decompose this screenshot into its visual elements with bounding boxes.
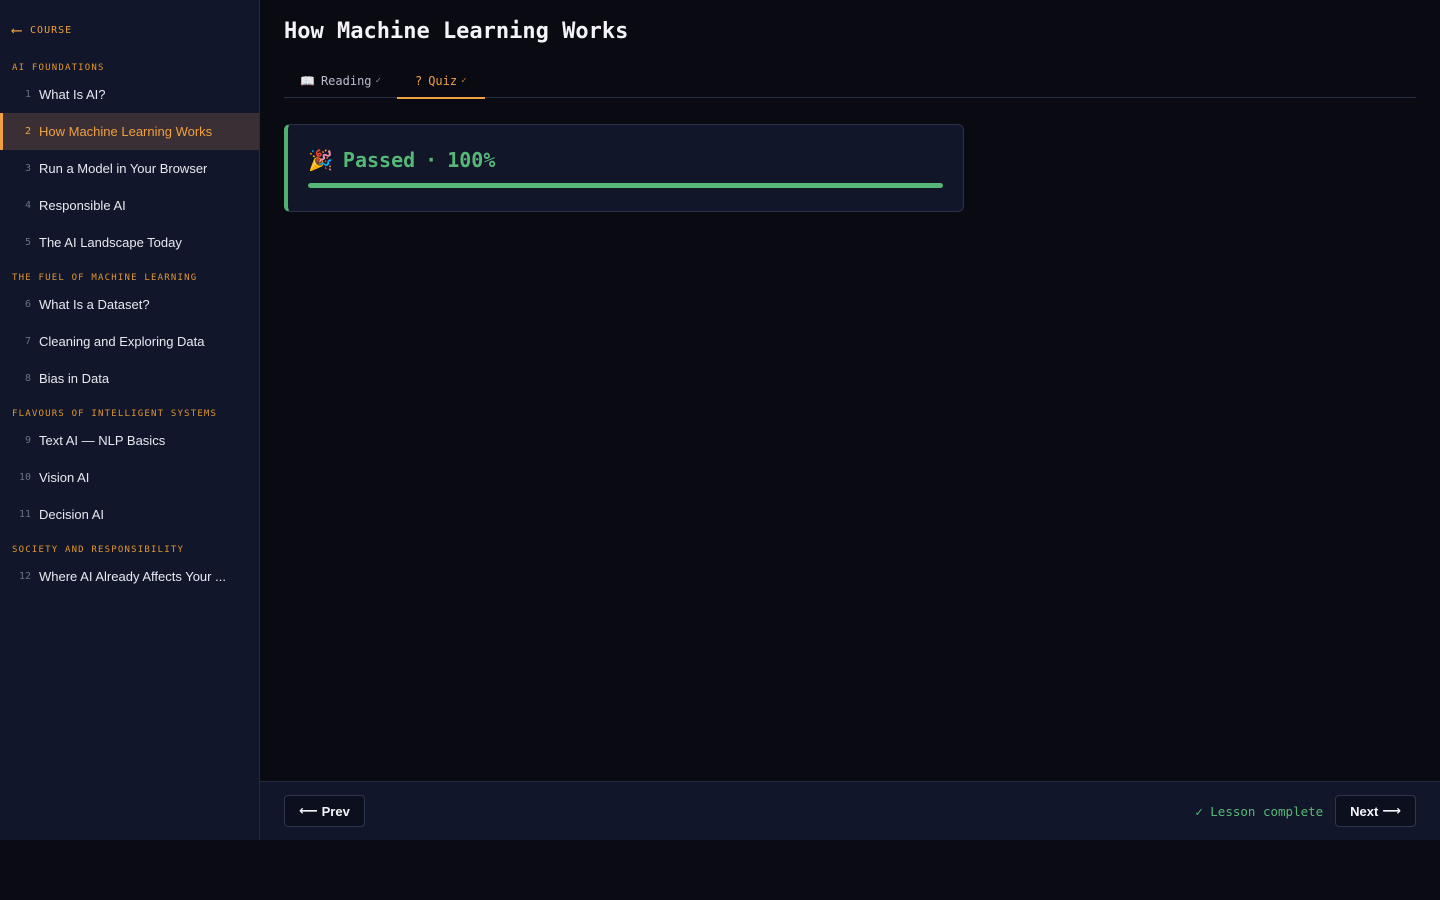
tab-label: Quiz: [428, 74, 458, 88]
footer-right-group: ✓ Lesson complete Next ⟶: [1195, 795, 1416, 827]
sidebar-lesson-8[interactable]: 8 Bias in Data: [0, 360, 259, 397]
lesson-number: 8: [24, 373, 31, 384]
sidebar-lesson-9[interactable]: 9 Text AI — NLP Basics: [0, 422, 259, 459]
lesson-number: 11: [18, 509, 31, 520]
arrow-left-icon: ⟵: [299, 803, 318, 818]
score-progress-fill: [308, 183, 943, 188]
tab-label: Reading: [320, 74, 372, 88]
lesson-label: How Machine Learning Works: [39, 124, 213, 139]
lesson-number: 9: [24, 435, 31, 446]
check-icon: ✓: [375, 76, 381, 86]
check-icon: ✓: [461, 76, 467, 86]
prev-button-label: Prev: [321, 803, 350, 819]
arrow-left-icon: ⟵: [12, 20, 23, 39]
tab-quiz[interactable]: ? Quiz ✓: [396, 64, 485, 99]
sidebar-lesson-5[interactable]: 5 The AI Landscape Today: [0, 224, 259, 261]
lesson-label: Run a Model in Your Browser: [39, 161, 208, 176]
lesson-label: What Is a Dataset?: [39, 297, 150, 312]
sidebar-lesson-3[interactable]: 3 Run a Model in Your Browser: [0, 150, 259, 187]
section-title-flavours: FLAVOURS OF INTELLIGENT SYSTEMS: [12, 409, 218, 419]
lesson-number: 5: [24, 237, 31, 248]
lesson-tabs: 📖 Reading ✓ ? Quiz ✓: [284, 64, 1416, 99]
lesson-complete-status: ✓ Lesson complete: [1195, 803, 1324, 819]
score-progress-bar: [308, 183, 943, 188]
lesson-label: Bias in Data: [39, 371, 110, 386]
lesson-main: How Machine Learning Works 📖 Reading ✓ ?…: [260, 0, 1440, 840]
result-score: 100%: [447, 148, 496, 172]
lesson-number: 6: [24, 299, 31, 310]
section-title-society: SOCIETY AND RESPONSIBILITY: [12, 545, 185, 555]
lesson-label: Text AI — NLP Basics: [39, 433, 166, 448]
section-title-ai-foundations: AI FOUNDATIONS: [12, 63, 105, 73]
quiz-content: 🎉 Passed · 100%: [260, 98, 1440, 781]
lesson-number: 12: [18, 571, 31, 582]
sidebar-lesson-2-active[interactable]: 2 How Machine Learning Works: [0, 113, 259, 150]
sidebar-lesson-6[interactable]: 6 What Is a Dataset?: [0, 286, 259, 323]
sidebar-lesson-1[interactable]: 1 What Is AI?: [0, 76, 259, 113]
lesson-number: 2: [24, 126, 31, 137]
lesson-label: Where AI Already Affects Your ...: [39, 569, 226, 584]
section-title-fuel-of-ml: THE FUEL OF MACHINE LEARNING: [12, 273, 198, 283]
lesson-number: 4: [24, 200, 31, 211]
lesson-label: What Is AI?: [39, 87, 106, 102]
back-to-course-link[interactable]: ⟵ COURSE: [0, 20, 259, 40]
result-separator: ·: [425, 148, 438, 172]
lesson-header: How Machine Learning Works 📖 Reading ✓ ?…: [260, 0, 1440, 99]
lesson-label: Responsible AI: [39, 198, 126, 213]
quiz-result-heading: 🎉 Passed · 100%: [308, 147, 943, 173]
next-button-label: Next: [1350, 803, 1379, 819]
tab-reading[interactable]: 📖 Reading ✓: [284, 64, 397, 98]
lesson-label: Decision AI: [39, 507, 105, 522]
party-popper-icon: 🎉: [308, 148, 333, 172]
sidebar-lesson-12[interactable]: 12 Where AI Already Affects Your ...: [0, 558, 259, 595]
sidebar-lesson-11[interactable]: 11 Decision AI: [0, 496, 259, 533]
book-icon: 📖: [300, 74, 315, 88]
lesson-number: 7: [24, 336, 31, 347]
next-button[interactable]: Next ⟶: [1335, 795, 1416, 827]
question-icon: ?: [414, 74, 423, 88]
arrow-right-icon: ⟶: [1382, 803, 1401, 818]
lesson-number: 3: [24, 163, 31, 174]
sidebar-lesson-4[interactable]: 4 Responsible AI: [0, 187, 259, 224]
app-window: ⟵ COURSE AI FOUNDATIONS 1 What Is AI? 2 …: [0, 0, 1440, 840]
result-status: Passed: [342, 148, 416, 172]
lesson-label: Cleaning and Exploring Data: [39, 334, 205, 349]
page-title: How Machine Learning Works: [284, 19, 629, 44]
lesson-label: The AI Landscape Today: [39, 235, 182, 250]
back-link-label: COURSE: [30, 24, 73, 36]
sidebar-lesson-10[interactable]: 10 Vision AI: [0, 459, 259, 496]
lesson-footer: ⟵ Prev ✓ Lesson complete Next ⟶: [260, 781, 1440, 840]
lesson-number: 10: [18, 472, 31, 483]
lesson-number: 1: [24, 89, 31, 100]
sidebar-lesson-7[interactable]: 7 Cleaning and Exploring Data: [0, 323, 259, 360]
lesson-label: Vision AI: [39, 470, 90, 485]
course-sidebar: ⟵ COURSE AI FOUNDATIONS 1 What Is AI? 2 …: [0, 0, 260, 840]
prev-button[interactable]: ⟵ Prev: [284, 795, 365, 827]
quiz-result-card: 🎉 Passed · 100%: [284, 124, 964, 212]
